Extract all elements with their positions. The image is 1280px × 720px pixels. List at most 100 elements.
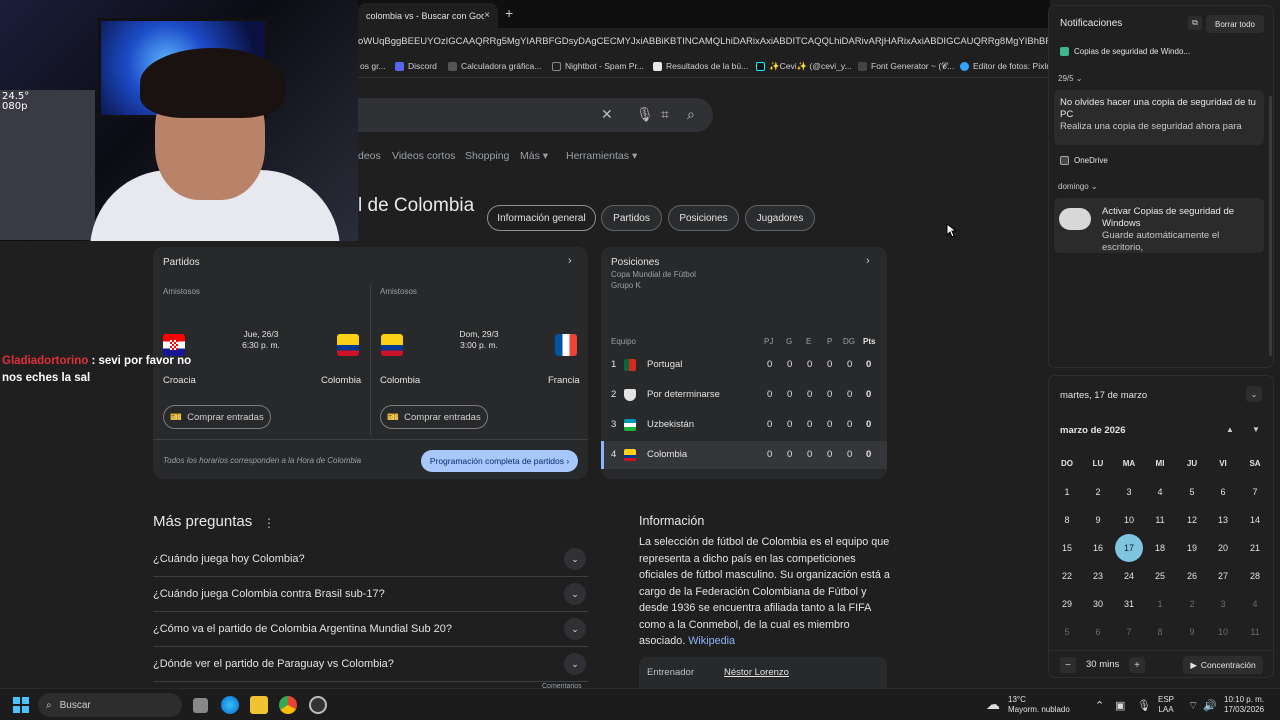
notification-group-header[interactable]: domingo ⌄ — [1058, 182, 1098, 191]
calendar-day[interactable]: 23 — [1084, 562, 1112, 590]
calendar-day[interactable]: 25 — [1146, 562, 1174, 590]
calendar-day[interactable]: 14 — [1241, 506, 1269, 534]
notification-group-header[interactable]: 29/5 ⌄ — [1058, 74, 1083, 83]
bookmark-nightbot[interactable]: Nightbot - Spam Pr... — [552, 61, 644, 71]
calendar-day[interactable]: 27 — [1209, 562, 1237, 590]
faq-item[interactable]: ¿Cuándo juega hoy Colombia? ⌄ — [153, 542, 588, 577]
calendar-day[interactable]: 6 — [1084, 618, 1112, 646]
taskbar-search[interactable]: ⌕ Buscar — [38, 693, 182, 717]
windows-start-icon[interactable] — [13, 697, 29, 713]
calendar-day[interactable]: 30 — [1084, 590, 1112, 618]
tab-mas[interactable]: Más ▾ — [520, 150, 548, 162]
calendar-day[interactable]: 2 — [1178, 590, 1206, 618]
table-row[interactable]: 3 Uzbekistán 0 0 0 0 0 0 — [601, 411, 887, 439]
notification-card[interactable]: No olvides hacer una copia de seguridad … — [1054, 90, 1264, 145]
volume-icon[interactable]: 🔊 — [1203, 699, 1217, 712]
calendar-day[interactable]: 26 — [1178, 562, 1206, 590]
notification-card[interactable]: Activar Copias de seguridad de Windows G… — [1054, 198, 1264, 253]
search-icon[interactable]: ⌕ — [687, 106, 695, 123]
calendar-day[interactable]: 7 — [1115, 618, 1143, 646]
scrollbar[interactable] — [1269, 96, 1272, 356]
calendar-day[interactable]: 16 — [1084, 534, 1112, 562]
calendar-day[interactable]: 1 — [1053, 478, 1081, 506]
full-schedule-button[interactable]: Programación completa de partidos › — [421, 450, 578, 472]
chevron-right-icon[interactable]: › — [568, 255, 572, 267]
chevron-down-icon[interactable]: ⌄ — [564, 548, 586, 570]
calendar-day[interactable]: 8 — [1146, 618, 1174, 646]
clear-icon[interactable]: ✕ — [601, 106, 613, 123]
bookmark-resultados[interactable]: Resultados de la bú... — [653, 61, 748, 71]
wikipedia-link[interactable]: Wikipedia — [688, 635, 735, 647]
table-row[interactable]: 1 Portugal 0 0 0 0 0 0 — [601, 351, 887, 379]
start-focus-button[interactable]: ▶ Concentración — [1183, 656, 1263, 674]
calendar-day[interactable]: 5 — [1053, 618, 1081, 646]
calendar-day[interactable]: 11 — [1146, 506, 1174, 534]
weather-icon[interactable]: ☁ — [986, 696, 1000, 713]
wifi-icon[interactable]: ⌔ — [1188, 699, 1198, 713]
calendar-day[interactable]: 3 — [1209, 590, 1237, 618]
microphone-tray-icon[interactable]: 🎙 — [1137, 699, 1151, 712]
chip-jugadores[interactable]: Jugadores — [745, 205, 815, 231]
chip-posiciones[interactable]: Posiciones — [668, 205, 739, 231]
match-datetime[interactable]: Jue, 26/3 6:30 p. m. — [226, 329, 296, 351]
chevron-down-icon[interactable]: ⌄ — [564, 653, 586, 675]
calendar-day[interactable]: 9 — [1084, 506, 1112, 534]
chip-informacion-general[interactable]: Información general — [487, 205, 596, 231]
microphone-icon[interactable]: 🎙 — [636, 106, 654, 123]
calendar-day[interactable]: 11 — [1241, 618, 1269, 646]
tab-videos-cortos[interactable]: Videos cortos — [392, 150, 455, 162]
calendar-day[interactable]: 3 — [1115, 478, 1143, 506]
calendar-day[interactable]: 9 — [1178, 618, 1206, 646]
calendar-day[interactable]: 31 — [1115, 590, 1143, 618]
edge-icon[interactable] — [221, 696, 239, 714]
calendar-day[interactable]: 6 — [1209, 478, 1237, 506]
url-text[interactable]: oWUqBggBEEUYOzIGCAAQRRg5MgYIARBFGDsyDAgC… — [358, 36, 1048, 47]
search-input[interactable]: ✕ 🎙 ⌗ ⌕ — [358, 98, 713, 132]
weather-widget[interactable]: 13°C Mayorm. nublado — [1008, 695, 1070, 715]
more-options-icon[interactable]: ⋮ — [263, 516, 275, 530]
obs-icon[interactable] — [309, 696, 327, 714]
calendar-day[interactable]: 1 — [1146, 590, 1174, 618]
calendar-month[interactable]: marzo de 2026 — [1060, 425, 1125, 436]
bookmark-pixlr[interactable]: Editor de fotos: Pixlr... — [960, 61, 1056, 71]
calendar-day[interactable]: 15 — [1053, 534, 1081, 562]
calendar-day[interactable]: 24 — [1115, 562, 1143, 590]
focus-settings-icon[interactable]: ⧉ — [1188, 16, 1202, 30]
faq-item[interactable]: ¿Cuándo juega Colombia contra Brasil sub… — [153, 577, 588, 612]
table-row[interactable]: 2 Por determinarse 0 0 0 0 0 0 — [601, 381, 887, 409]
buy-tickets-button[interactable]: 🎫 Comprar entradas — [163, 405, 271, 429]
decrease-minutes-button[interactable]: − — [1060, 657, 1076, 673]
chevron-down-icon[interactable]: ⌄ — [564, 618, 586, 640]
match-datetime[interactable]: Dom, 29/3 3:00 p. m. — [444, 329, 514, 351]
task-view-icon[interactable] — [193, 698, 208, 713]
calendar-day[interactable]: 2 — [1084, 478, 1112, 506]
previous-month-icon[interactable]: ▲ — [1226, 425, 1234, 434]
clear-all-button[interactable]: Borrar todo — [1206, 15, 1264, 33]
chevron-right-icon[interactable]: › — [866, 255, 870, 267]
coach-link[interactable]: Néstor Lorenzo — [724, 667, 789, 678]
tab-shopping[interactable]: Shopping — [465, 150, 509, 162]
calendar-day[interactable]: 10 — [1209, 618, 1237, 646]
calendar-day[interactable]: 20 — [1209, 534, 1237, 562]
tab-videos[interactable]: deos — [358, 150, 381, 162]
chevron-up-icon[interactable]: ⌃ — [1095, 699, 1104, 712]
bookmark-font-generator[interactable]: Font Generator ~ (𝓒... — [858, 61, 954, 72]
calendar-day[interactable]: 10 — [1115, 506, 1143, 534]
calendar-day[interactable]: 4 — [1241, 590, 1269, 618]
chip-partidos[interactable]: Partidos — [601, 205, 662, 231]
network-tray-icon[interactable]: ▣ — [1115, 699, 1125, 712]
calendar-day[interactable]: 12 — [1178, 506, 1206, 534]
calendar-day[interactable]: 5 — [1178, 478, 1206, 506]
calendar-day[interactable]: 28 — [1241, 562, 1269, 590]
chevron-down-icon[interactable]: ⌄ — [564, 583, 586, 605]
bookmark-discord[interactable]: Discord — [395, 61, 437, 71]
new-tab-button[interactable]: + — [505, 5, 513, 21]
tab-close-icon[interactable]: × — [484, 10, 490, 21]
calendar-day[interactable]: 17 — [1115, 534, 1143, 562]
calendar-day[interactable]: 13 — [1209, 506, 1237, 534]
calendar-day[interactable]: 7 — [1241, 478, 1269, 506]
calendar-day[interactable]: 22 — [1053, 562, 1081, 590]
chrome-icon[interactable] — [279, 696, 297, 714]
buy-tickets-button[interactable]: 🎫 Comprar entradas — [380, 405, 488, 429]
calendar-day[interactable]: 29 — [1053, 590, 1081, 618]
